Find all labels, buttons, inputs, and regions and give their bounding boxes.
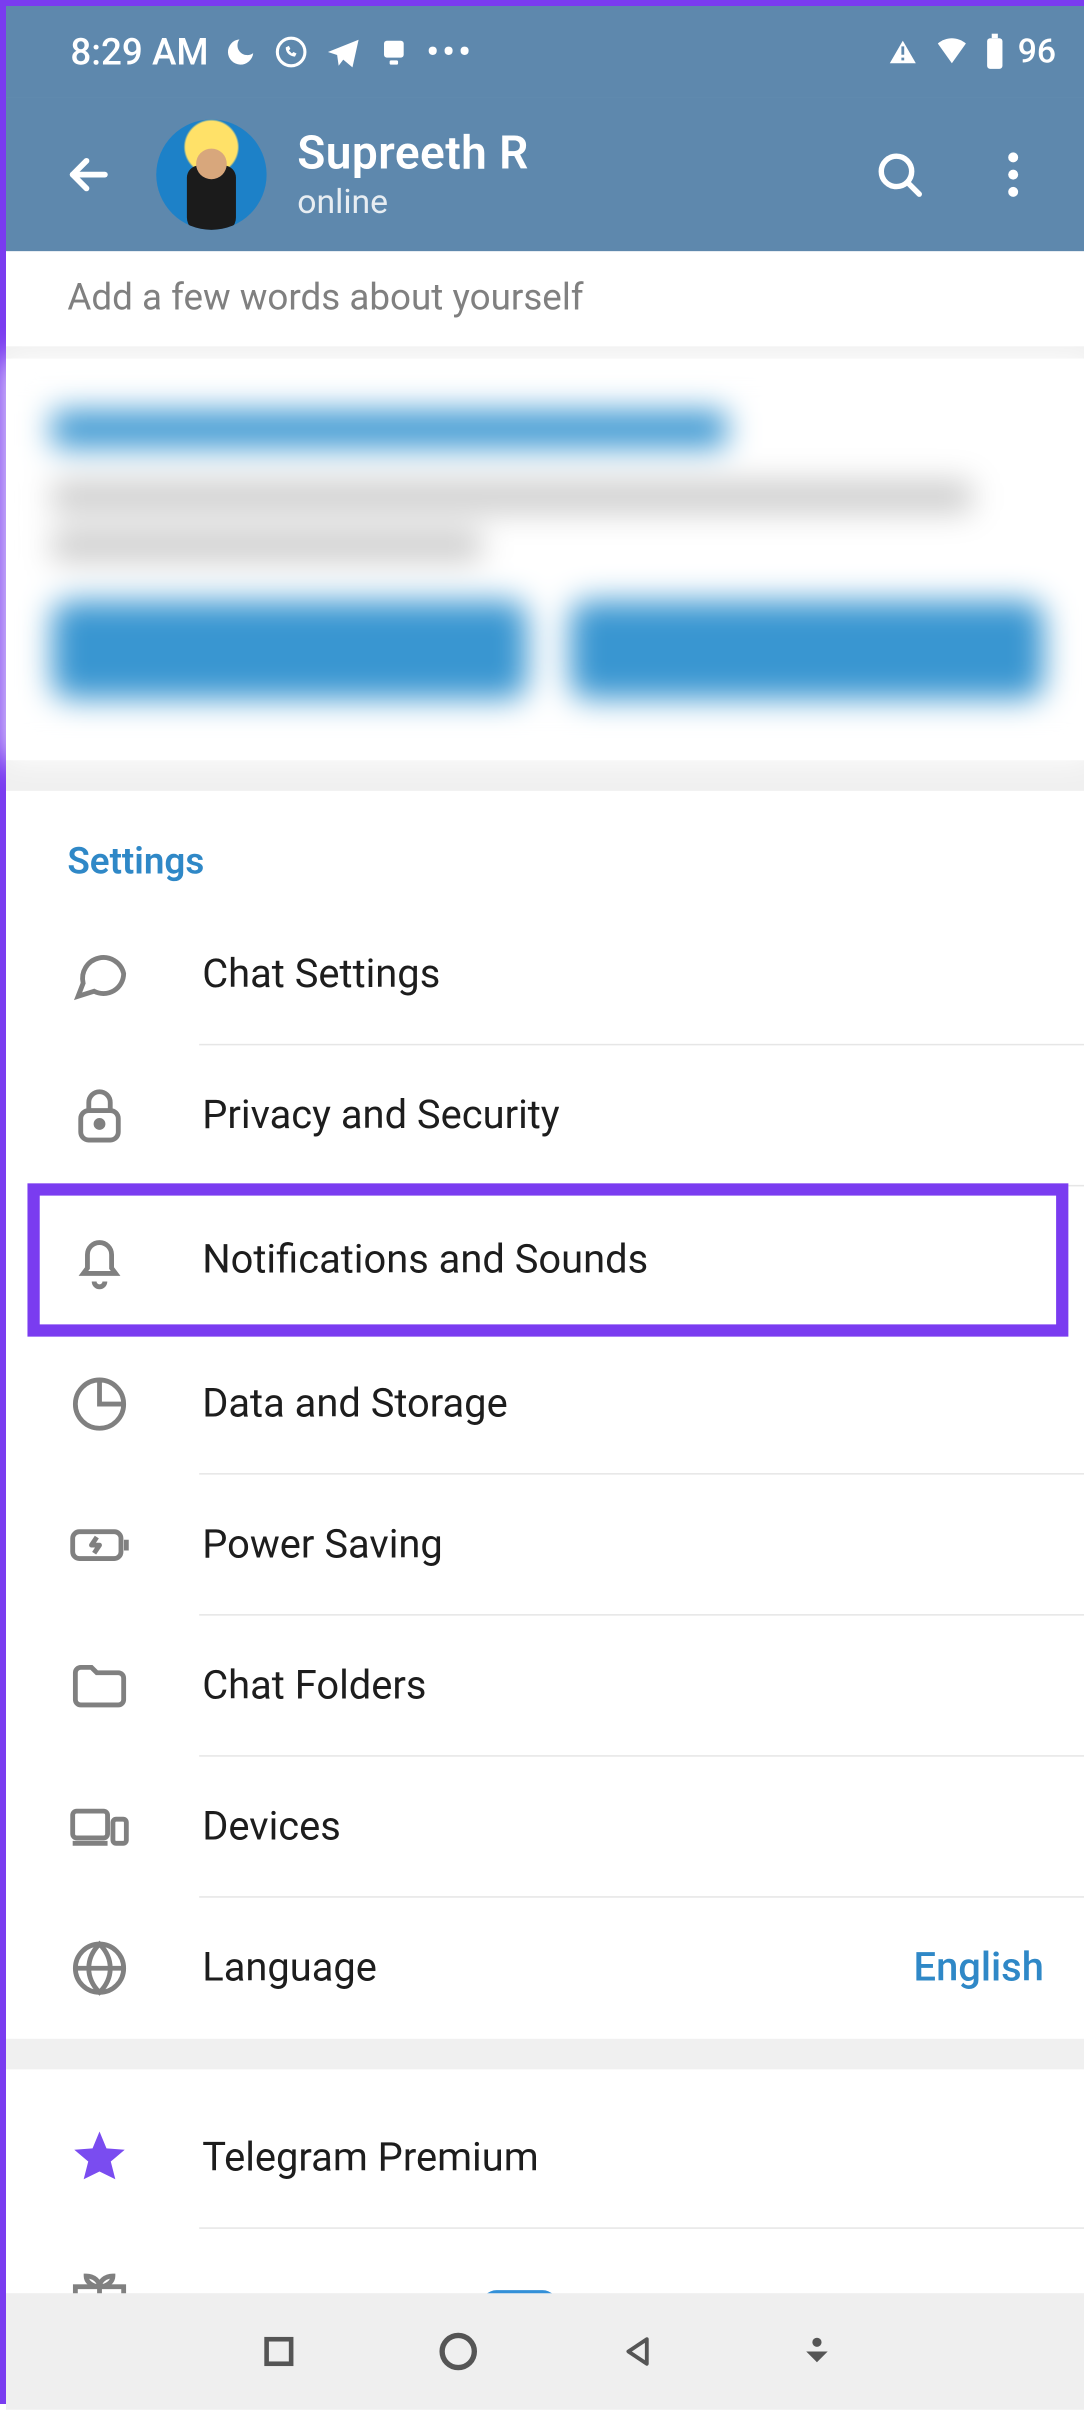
more-vertical-icon [1007, 152, 1019, 198]
battery-percent: 96 [1018, 33, 1056, 71]
battery-charging-icon [67, 1513, 131, 1577]
settings-row-premium[interactable]: Telegram Premium [6, 2088, 1084, 2229]
settings-row-language[interactable]: Language English [6, 1898, 1084, 2039]
battery-icon [984, 34, 1005, 71]
bio-field[interactable]: Add a few words about yourself [6, 251, 1084, 346]
square-icon [261, 2333, 298, 2370]
bell-icon [67, 1228, 131, 1292]
chat-icon [67, 943, 131, 1007]
settings-row-value: English [914, 1945, 1044, 1991]
divider [6, 346, 1084, 358]
divider [6, 2039, 1084, 2070]
triangle-left-icon [619, 2333, 656, 2370]
nav-ime-button[interactable] [786, 2321, 847, 2382]
settings-row-privacy[interactable]: Privacy and Security [6, 1045, 1084, 1186]
circle-icon [437, 2330, 480, 2373]
more-dots-icon: ••• [426, 31, 474, 74]
premium-section: Telegram Premium [6, 2069, 1084, 2317]
wifi-icon [932, 35, 972, 69]
promo-button[interactable] [569, 601, 1043, 699]
bio-placeholder: Add a few words about yourself [67, 276, 583, 319]
section-header: Settings [6, 840, 1084, 904]
nav-home-button[interactable] [428, 2321, 489, 2382]
promo-button[interactable] [52, 601, 526, 699]
settings-row-label: Telegram Premium [202, 2135, 538, 2181]
folder-icon [67, 1654, 131, 1718]
star-icon [67, 2126, 131, 2190]
settings-row-power-saving[interactable]: Power Saving [6, 1475, 1084, 1616]
settings-row-label: Power Saving [202, 1522, 443, 1568]
settings-row-label: Notifications and Sounds [202, 1237, 648, 1283]
settings-row-notifications[interactable]: Notifications and Sounds [34, 1189, 1063, 1330]
arrow-left-icon [61, 147, 116, 202]
telegram-icon [325, 34, 362, 71]
devices-icon [67, 1795, 131, 1859]
warning-icon [886, 35, 920, 69]
lock-icon [67, 1084, 131, 1148]
avatar[interactable] [156, 119, 266, 229]
back-button[interactable] [52, 138, 126, 212]
settings-row-label: Chat Settings [202, 952, 440, 998]
settings-row-label: Privacy and Security [202, 1093, 559, 1139]
search-icon [874, 149, 926, 201]
settings-row-label: Devices [202, 1804, 341, 1850]
moon-icon [224, 35, 258, 69]
more-button[interactable] [983, 144, 1044, 205]
divider [6, 760, 1084, 791]
profile-name: Supreeth R [297, 127, 529, 181]
chevron-down-icon [798, 2333, 835, 2370]
notification-icon [377, 35, 411, 69]
pie-chart-icon [67, 1372, 131, 1436]
whatsapp-icon [273, 34, 310, 71]
globe-icon [67, 1936, 131, 2000]
settings-row-chat-settings[interactable]: Chat Settings [6, 904, 1084, 1045]
nav-back-button[interactable] [607, 2321, 668, 2382]
status-time: 8:29 AM [70, 31, 208, 74]
nav-recents-button[interactable] [249, 2321, 310, 2382]
settings-row-data-storage[interactable]: Data and Storage [6, 1334, 1084, 1475]
system-nav-bar [6, 2293, 1084, 2410]
app-bar: Supreeth R online [6, 98, 1084, 251]
profile-status: online [297, 184, 529, 222]
promo-card-blurred [6, 359, 1084, 761]
settings-row-devices[interactable]: Devices [6, 1757, 1084, 1898]
settings-row-label: Chat Folders [202, 1663, 426, 1709]
status-bar: 8:29 AM ••• 96 [6, 6, 1084, 98]
settings-row-label: Data and Storage [202, 1381, 507, 1427]
search-button[interactable] [869, 144, 930, 205]
settings-row-chat-folders[interactable]: Chat Folders [6, 1616, 1084, 1757]
settings-row-label: Language [202, 1945, 377, 1991]
settings-section: Settings Chat Settings Privacy and Secur… [6, 791, 1084, 2039]
